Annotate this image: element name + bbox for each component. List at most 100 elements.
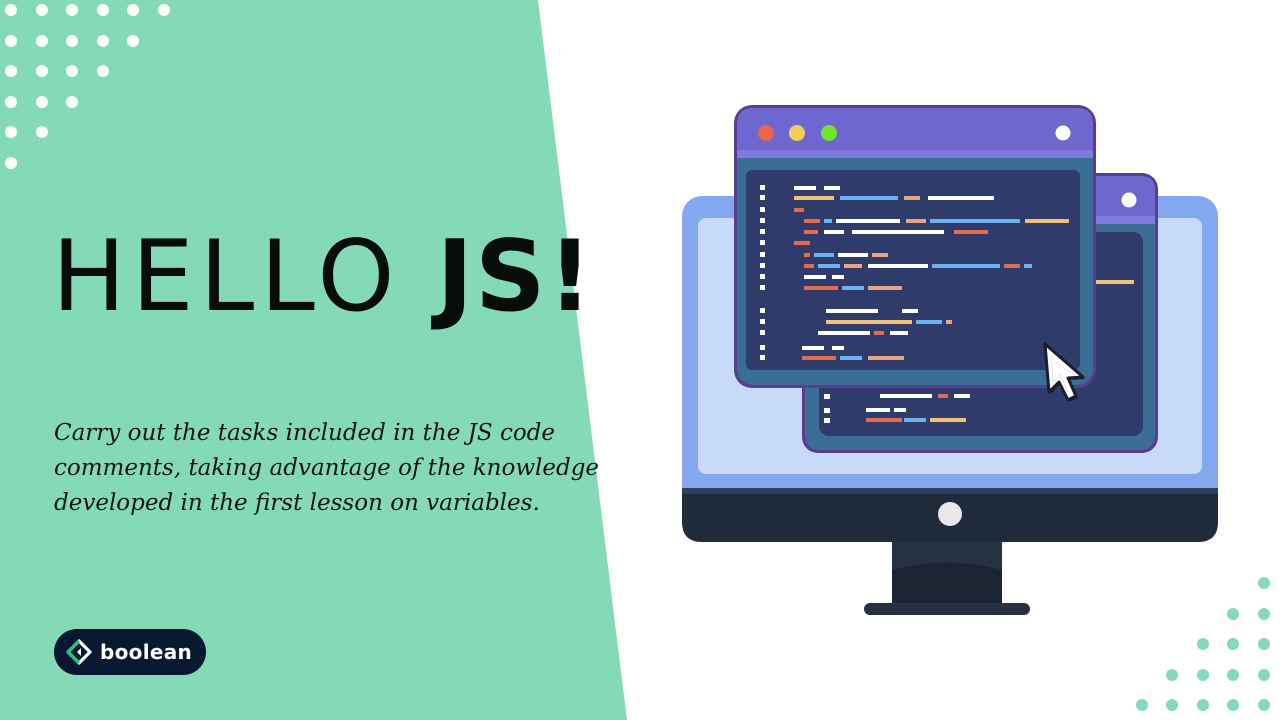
decorative-dot [1258,607,1270,620]
decorative-dot [35,65,48,78]
decorative-dot [96,34,109,47]
code-gutter-marker [760,308,765,313]
slide-description: Carry out the tasks included in the JS c… [54,420,600,516]
code-gutter-marker [760,195,765,200]
brand-logo: boolean [54,629,207,675]
decorative-dot [5,157,17,169]
decorative-dot [35,4,48,16]
decorative-dot [1196,638,1209,651]
decorative-dot [35,95,48,108]
decorative-dot [1258,668,1270,681]
code-token [868,356,904,360]
decorative-dot [35,34,48,47]
code-token [794,186,816,190]
window-close-dot [758,125,774,141]
decorative-dot [1196,699,1209,712]
brand-name: boolean [100,640,193,664]
code-token [804,264,814,268]
decorative-dot [1196,668,1209,681]
decorative-dot [127,34,140,47]
code-gutter-marker [760,229,765,234]
window-maximize-dot [821,125,837,141]
code-gutter-marker [760,218,765,223]
title-hello: HELLO [52,220,401,334]
code-token [868,264,928,268]
decorative-dot [1135,699,1148,712]
monitor-power-button [938,502,962,526]
code-token [802,356,836,360]
code-token [832,275,844,279]
code-gutter-marker [760,252,765,257]
decorative-dot [1227,638,1240,651]
decorative-dot [66,34,79,47]
code-token [802,346,824,350]
code-token [1024,264,1032,268]
window-minimize-dot [789,125,805,141]
decorative-dot [1258,577,1270,589]
code-gutter-marker [760,240,765,245]
code-token [824,219,832,223]
code-token [890,331,908,335]
decorative-dot [1227,607,1240,620]
decorative-dot [35,126,48,139]
code-token [904,196,920,200]
code-gutter-marker [760,207,765,212]
code-token [946,320,952,324]
code-token [932,264,1000,268]
decorative-dot [66,95,79,108]
code-token [794,196,834,200]
code-token [804,219,820,223]
code-token [906,219,926,223]
decorative-dot [1166,668,1179,681]
code-token [804,275,826,279]
code-token [852,230,944,234]
code-token [826,320,912,324]
code-token [824,230,844,234]
decorative-dot [5,95,17,108]
code-token [844,264,862,268]
code-gutter-marker [760,263,765,268]
slide: HELLO JS! Carry out the tasks included i… [0,0,1280,720]
title-js: JS! [436,220,595,334]
boolean-diamond-icon [66,639,92,665]
code-token [826,309,878,313]
decorative-dot [5,4,17,16]
monitor-stand-base [864,603,1030,615]
code-token [872,253,888,257]
code-token [842,286,864,290]
decorative-dot [1227,668,1240,681]
code-token [814,253,834,257]
code-gutter-marker [760,330,765,335]
slide-title: HELLO JS! [52,228,594,326]
code-token [874,331,884,335]
code-token [838,253,868,257]
code-token [902,309,918,313]
computer-monitor-with-code-windows-icon [682,105,1218,615]
code-gutter-marker [760,345,765,350]
code-gutter-marker [760,319,765,324]
code-token [836,219,900,223]
code-gutter-marker [760,285,765,290]
code-token [794,208,804,212]
decorative-dot [1166,699,1179,712]
code-token [840,356,862,360]
code-token [1004,264,1020,268]
decorative-dot [5,34,17,47]
code-token [928,196,994,200]
decorative-dot [96,65,109,78]
code-token [794,241,810,245]
code-token [832,346,844,350]
code-token [840,196,898,200]
decorative-dot [1258,638,1270,651]
decorative-dot [158,4,170,16]
code-gutter-marker [760,274,765,279]
code-token [868,286,902,290]
code-token [916,320,942,324]
code-token [804,253,810,257]
front-code-window [734,105,1096,388]
code-token [804,230,818,234]
code-token [1025,219,1069,223]
code-token [954,230,988,234]
code-token [930,219,1020,223]
code-token [818,331,870,335]
